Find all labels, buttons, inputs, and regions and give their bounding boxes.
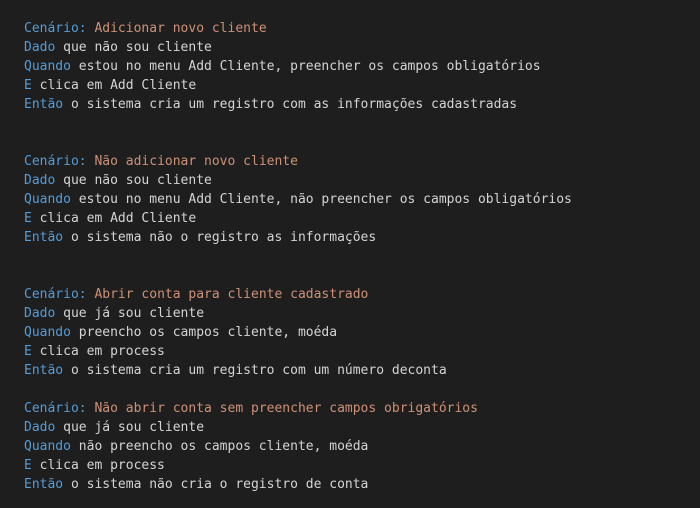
step-text: clica em process — [39, 344, 165, 359]
step-keyword: Quando — [24, 325, 71, 340]
step-keyword: E — [24, 78, 32, 93]
step-text: estou no menu Add Cliente, não preencher… — [78, 192, 572, 207]
scenario-line: Cenário: Abrir conta para cliente cadast… — [24, 285, 700, 304]
step-line: E clica em Add Cliente — [24, 209, 700, 228]
step-keyword: Dado — [24, 40, 56, 55]
step-text: que não sou cliente — [63, 40, 212, 55]
step-line: Então o sistema não o registro as inform… — [24, 228, 700, 247]
scenario-keyword: Cenário: — [24, 21, 87, 36]
step-text: preencho os campos cliente, moéda — [78, 325, 338, 340]
scenario-keyword: Cenário: — [24, 401, 87, 416]
step-line: E clica em process — [24, 342, 700, 361]
step-text: que já sou cliente — [63, 306, 205, 321]
scenario-line: Cenário: Não abrir conta sem preencher c… — [24, 399, 700, 418]
step-text: o sistema cria um registro com um número… — [70, 363, 447, 378]
step-line: Dado que já sou cliente — [24, 304, 700, 323]
scenario-keyword: Cenário: — [24, 154, 87, 169]
step-text: que não sou cliente — [63, 173, 212, 188]
scenario-title: Abrir conta para cliente cadastrado — [94, 287, 369, 302]
scenario-keyword: Cenário: — [24, 287, 87, 302]
step-keyword: E — [24, 211, 32, 226]
step-line: Então o sistema não cria o registro de c… — [24, 475, 700, 494]
step-line: Então o sistema cria um registro com um … — [24, 361, 700, 380]
step-keyword: Então — [24, 97, 64, 112]
scenario-title: Não adicionar novo cliente — [94, 154, 298, 169]
step-text: o sistema não cria o registro de conta — [70, 477, 369, 492]
step-keyword: Dado — [24, 306, 56, 321]
step-line: Então o sistema cria um registro com as … — [24, 95, 700, 114]
step-text: o sistema não o registro as informações — [70, 230, 377, 245]
step-keyword: Quando — [24, 59, 71, 74]
step-text: estou no menu Add Cliente, preencher os … — [78, 59, 541, 74]
step-line: Quando não preencho os campos cliente, m… — [24, 437, 700, 456]
step-text: que já sou cliente — [63, 420, 205, 435]
step-text: clica em Add Cliente — [39, 211, 197, 226]
step-line: Quando preencho os campos cliente, moéda — [24, 323, 700, 342]
scenario-line: Cenário: Não adicionar novo cliente — [24, 152, 700, 171]
step-keyword: Quando — [24, 192, 71, 207]
step-line: Dado que não sou cliente — [24, 38, 700, 57]
step-line: Dado que já sou cliente — [24, 418, 700, 437]
step-keyword: Quando — [24, 439, 71, 454]
step-line: Quando estou no menu Add Cliente, não pr… — [24, 190, 700, 209]
step-text: clica em Add Cliente — [39, 78, 197, 93]
step-keyword: Dado — [24, 173, 56, 188]
step-text: o sistema cria um registro com as inform… — [70, 97, 518, 112]
step-line: Quando estou no menu Add Cliente, preenc… — [24, 57, 700, 76]
scenario-title: Adicionar novo cliente — [94, 21, 267, 36]
step-text: não preencho os campos cliente, moéda — [78, 439, 369, 454]
step-keyword: E — [24, 458, 32, 473]
scenario-line: Cenário: Adicionar novo cliente — [24, 19, 700, 38]
scenario-title: Não abrir conta sem preencher campos obr… — [94, 401, 478, 416]
step-keyword: Então — [24, 363, 64, 378]
step-keyword: E — [24, 344, 32, 359]
step-line: Dado que não sou cliente — [24, 171, 700, 190]
code-editor[interactable]: Cenário: Adicionar novo cliente Dado que… — [24, 19, 700, 494]
step-text: clica em process — [39, 458, 165, 473]
step-keyword: Então — [24, 477, 64, 492]
step-keyword: Dado — [24, 420, 56, 435]
step-line: E clica em Add Cliente — [24, 76, 700, 95]
step-line: E clica em process — [24, 456, 700, 475]
step-keyword: Então — [24, 230, 64, 245]
